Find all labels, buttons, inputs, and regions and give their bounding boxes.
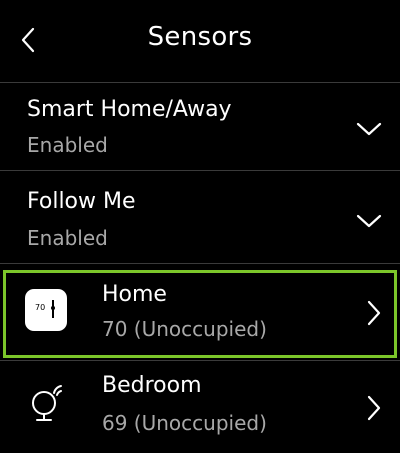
- chevron-down-icon[interactable]: [356, 213, 382, 229]
- divider: [0, 263, 400, 264]
- page-title: Sensors: [147, 22, 253, 52]
- sensor-reading: 70 (Unoccupied): [102, 317, 267, 341]
- setting-status: Enabled: [27, 133, 108, 157]
- setting-status: Enabled: [27, 226, 108, 250]
- sensor-reading: 69 (Unoccupied): [102, 411, 267, 435]
- setting-label: Smart Home/Away: [27, 97, 232, 122]
- thermostat-temp: 70: [35, 303, 46, 312]
- setting-row-smart-home-away[interactable]: Smart Home/Away Enabled: [0, 83, 400, 168]
- setting-row-follow-me[interactable]: Follow Me Enabled: [0, 171, 400, 259]
- header: Sensors: [0, 0, 400, 80]
- thermostat-slider-knob: [51, 306, 55, 310]
- remote-sensor-icon: [32, 385, 62, 421]
- chevron-right-icon[interactable]: [366, 300, 382, 326]
- chevron-right-icon[interactable]: [366, 395, 382, 421]
- thermostat-icon: 70: [25, 289, 67, 331]
- sensor-name: Home: [102, 282, 167, 307]
- chevron-down-icon[interactable]: [356, 121, 382, 137]
- sensor-name: Bedroom: [102, 373, 202, 398]
- setting-label: Follow Me: [27, 189, 136, 214]
- sensor-row-bedroom[interactable]: Bedroom 69 (Unoccupied): [0, 361, 400, 453]
- sensors-screen: Sensors Smart Home/Away Enabled Follow M…: [0, 0, 400, 453]
